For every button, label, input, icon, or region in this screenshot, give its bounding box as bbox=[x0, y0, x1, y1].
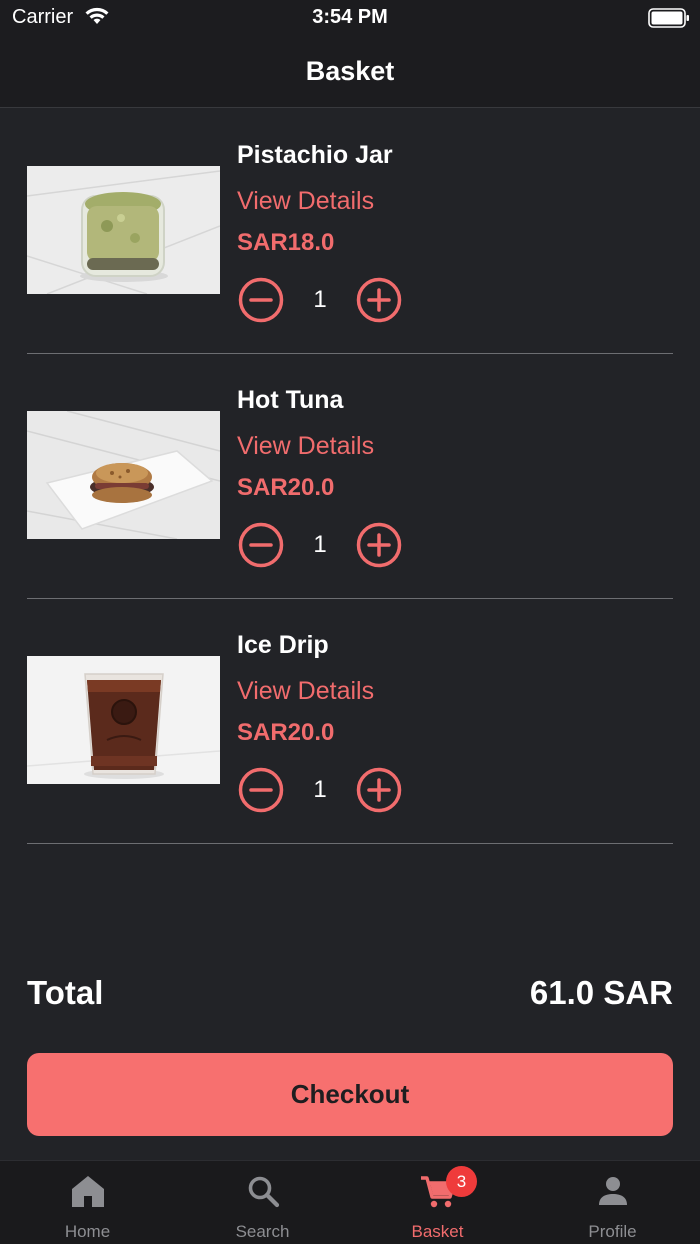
checkout-button[interactable]: Checkout bbox=[27, 1053, 673, 1136]
tab-label: Search bbox=[235, 1222, 290, 1241]
decrease-quantity-button[interactable] bbox=[238, 767, 284, 813]
basket-item: Hot Tuna View Details SAR20.0 1 bbox=[0, 354, 700, 599]
status-time: 3:54 PM bbox=[312, 6, 388, 28]
increase-quantity-button[interactable] bbox=[356, 277, 402, 323]
view-details-link[interactable]: View Details bbox=[237, 677, 374, 706]
item-name: Pistachio Jar bbox=[237, 141, 393, 169]
item-price: SAR20.0 bbox=[237, 719, 335, 746]
item-price: SAR20.0 bbox=[237, 474, 335, 501]
increase-quantity-button[interactable] bbox=[356, 767, 402, 813]
basket-count-badge: 3 bbox=[446, 1166, 477, 1197]
increase-quantity-button[interactable] bbox=[356, 522, 402, 568]
pistachio-jar-photo bbox=[27, 166, 220, 294]
view-details-link[interactable]: View Details bbox=[237, 432, 374, 461]
hot-tuna-sandwich-photo bbox=[27, 411, 220, 539]
quantity-value: 1 bbox=[313, 776, 327, 803]
basket-item: Ice Drip View Details SAR20.0 1 bbox=[0, 599, 700, 844]
tab-profile[interactable]: Profile bbox=[525, 1161, 700, 1244]
navigation-bar: Basket bbox=[0, 36, 700, 108]
item-image[interactable] bbox=[27, 166, 220, 294]
profile-icon bbox=[599, 1177, 627, 1205]
item-name: Ice Drip bbox=[237, 631, 329, 659]
item-image[interactable] bbox=[27, 411, 220, 539]
view-details-link[interactable]: View Details bbox=[237, 187, 374, 216]
tab-search[interactable]: Search bbox=[175, 1161, 350, 1244]
home-icon bbox=[72, 1176, 104, 1207]
tab-basket[interactable]: Basket bbox=[350, 1161, 525, 1244]
page-title: Basket bbox=[305, 56, 395, 86]
item-price: SAR18.0 bbox=[237, 229, 335, 256]
search-icon bbox=[248, 1176, 280, 1208]
ice-drip-coffee-photo bbox=[27, 656, 220, 784]
basket-item: Pistachio Jar View Details SAR18.0 1 bbox=[0, 109, 700, 354]
tab-bar: Home Search Basket Profile bbox=[0, 1160, 700, 1244]
decrease-quantity-button[interactable] bbox=[238, 277, 284, 323]
battery-icon bbox=[648, 8, 689, 28]
divider bbox=[27, 843, 673, 844]
total-label: Total bbox=[27, 974, 104, 1011]
quantity-value: 1 bbox=[313, 286, 327, 313]
total-value: 61.0 SAR bbox=[529, 974, 673, 1011]
quantity-value: 1 bbox=[313, 531, 327, 558]
basket-list: Pistachio Jar View Details SAR18.0 1 Hot… bbox=[0, 109, 700, 844]
tab-label: Profile bbox=[588, 1222, 637, 1241]
tab-label: Basket bbox=[411, 1222, 464, 1241]
tab-home[interactable]: Home bbox=[0, 1161, 175, 1244]
status-bar: Carrier 3:54 PM bbox=[0, 0, 700, 36]
item-image[interactable] bbox=[27, 656, 220, 784]
item-name: Hot Tuna bbox=[237, 386, 344, 414]
decrease-quantity-button[interactable] bbox=[238, 522, 284, 568]
tab-label: Home bbox=[64, 1222, 111, 1241]
